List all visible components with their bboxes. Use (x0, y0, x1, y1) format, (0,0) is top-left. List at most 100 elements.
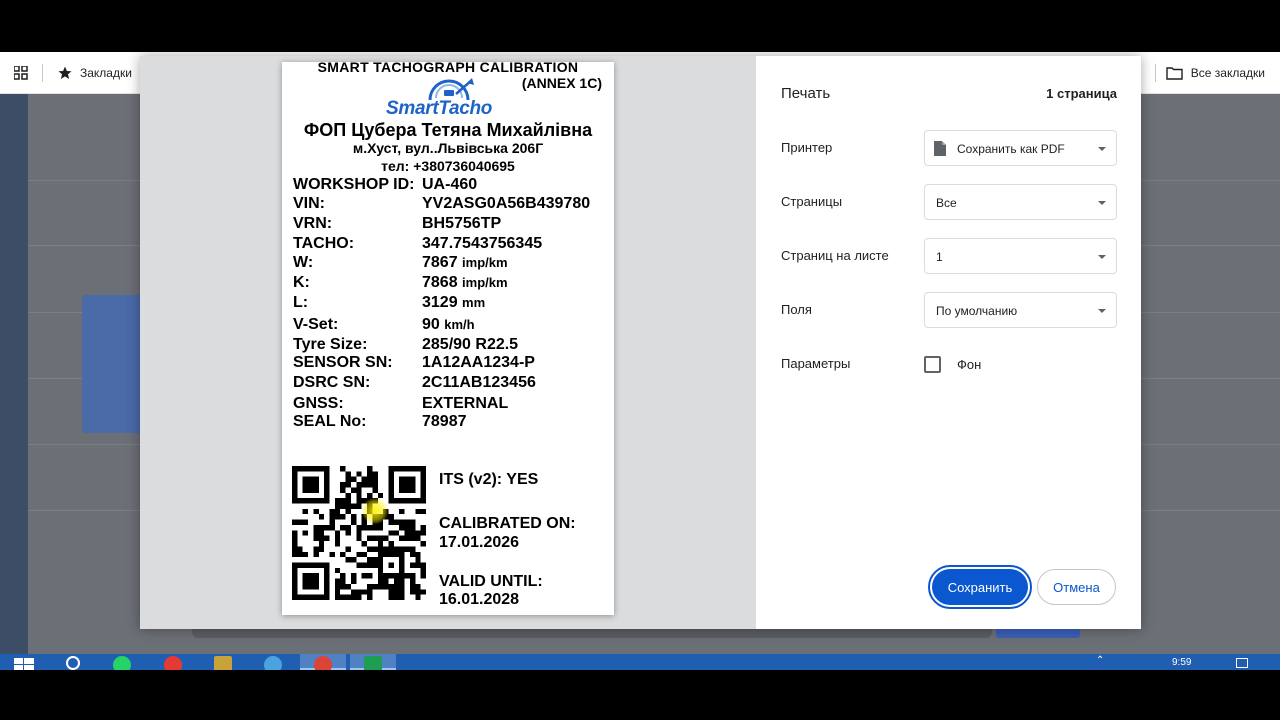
qr-module (393, 546, 400, 552)
receipt-field-row: V-Set: 90 km/h (293, 316, 613, 336)
printer-value: Сохранить как PDF (957, 142, 1065, 156)
qr-module (313, 551, 319, 558)
qr-module (340, 466, 346, 472)
qr-module (415, 508, 421, 515)
chevron-up-icon[interactable]: ⌃ (1096, 655, 1104, 666)
receipt-field-row: L: 3129 mm (293, 294, 613, 314)
chevron-down-icon (1098, 201, 1106, 205)
print-settings-panel: Печать 1 страница Принтер Сохранить как … (756, 56, 1141, 629)
qr-module (334, 589, 341, 595)
field-key: TACHO: (293, 235, 355, 252)
qr-module (345, 583, 351, 590)
pages-value: Все (936, 196, 957, 210)
qr-module (329, 551, 335, 558)
page-left-rail (0, 94, 28, 654)
qr-module (367, 589, 373, 595)
field-value: 347.7543756345 (422, 235, 543, 252)
receipt-field-row: VIN: YV2ASG0A56B439780 (293, 195, 613, 215)
valid-until-date: 16.01.2028 (439, 591, 520, 608)
field-key: GNSS: (293, 395, 344, 412)
qr-code (292, 466, 426, 600)
taskbar-clock[interactable]: 9:59 (1172, 657, 1191, 668)
qr-module (372, 482, 378, 488)
receipt-field-row: VRN: BH5756TP (293, 215, 613, 235)
excel-icon[interactable] (364, 656, 382, 670)
field-value: 285/90 R22.5 (422, 336, 519, 353)
field-value: 7867 (422, 254, 458, 271)
qr-module (334, 498, 341, 504)
bookmarks-separator (42, 64, 43, 82)
qr-module (388, 583, 394, 590)
field-unit: imp/km (462, 275, 508, 290)
save-button[interactable]: Сохранить (928, 565, 1032, 609)
whatsapp-icon[interactable] (113, 656, 131, 670)
qr-module (350, 578, 357, 584)
qr-module (345, 471, 351, 477)
qr-module (388, 519, 394, 525)
qr-module (404, 519, 410, 525)
qr-module (409, 551, 416, 558)
qr-module (372, 487, 378, 493)
opera-icon[interactable] (164, 656, 182, 670)
qr-module (377, 524, 384, 531)
cancel-button[interactable]: Отмена (1037, 569, 1116, 605)
qr-module (409, 583, 416, 590)
qr-module (420, 589, 426, 595)
field-value: 1A12AA1234-P (422, 354, 535, 371)
app-icon[interactable] (264, 656, 282, 670)
folder-icon (1166, 67, 1183, 80)
notifications-icon[interactable] (1236, 658, 1248, 668)
qr-module (409, 546, 416, 552)
qr-module (350, 589, 357, 595)
background-graphics-checkbox[interactable] (924, 356, 941, 373)
file-explorer-icon[interactable] (214, 656, 232, 670)
qr-module (318, 541, 325, 547)
pages-per-sheet-select[interactable]: 1 (924, 238, 1117, 274)
pages-select[interactable]: Все (924, 184, 1117, 220)
qr-module (356, 589, 362, 595)
apps-button[interactable] (10, 52, 32, 94)
search-icon[interactable] (66, 656, 80, 670)
qr-module (367, 573, 373, 579)
qr-module (334, 578, 341, 584)
windows-start-icon[interactable] (14, 658, 34, 670)
receipt-field-row: WORKSHOP ID: UA-460 (293, 176, 613, 196)
qr-module (409, 589, 416, 595)
chrome-icon[interactable] (314, 656, 332, 670)
qr-module (420, 567, 426, 574)
field-unit: mm (462, 295, 486, 310)
qr-module (415, 589, 421, 595)
background-graphics-label[interactable]: Фон (957, 357, 981, 372)
qr-module (372, 471, 378, 477)
receipt-phone: тел: +380736040695 (381, 158, 515, 174)
qr-module (313, 524, 319, 531)
all-bookmarks-button[interactable]: Все закладки (1166, 52, 1265, 94)
qr-module (399, 578, 405, 584)
qr-module (340, 578, 346, 584)
qr-module (297, 546, 303, 552)
margins-select[interactable]: По умолчанию (924, 292, 1117, 328)
qr-module (334, 541, 341, 547)
qr-module (350, 594, 357, 600)
qr-module (292, 530, 298, 536)
letterbox-bottom (0, 670, 1280, 720)
screen: Закладки Все закладки SMART TACHOGRAPH C… (0, 0, 1280, 720)
field-value: YV2ASG0A56B439780 (422, 195, 591, 212)
qr-module (292, 535, 298, 542)
options-label: Параметры (781, 356, 851, 371)
receipt-address: м.Хуст, вул..Львівська 206Г (352, 140, 544, 156)
qr-module (367, 466, 373, 472)
printer-select[interactable]: Сохранить как PDF (924, 130, 1117, 166)
qr-module (361, 482, 368, 488)
qr-module (409, 578, 416, 584)
qr-module (345, 492, 351, 499)
qr-module (372, 524, 378, 531)
bookmarks-folder-button[interactable]: Закладки (58, 52, 132, 94)
qr-module (334, 503, 341, 509)
receipt-title: SMART TACHOGRAPH CALIBRATION (317, 62, 579, 75)
qr-module (361, 562, 368, 568)
qr-module (415, 583, 421, 590)
qr-module (383, 535, 389, 542)
qr-module (318, 524, 325, 531)
qr-module (340, 524, 346, 531)
